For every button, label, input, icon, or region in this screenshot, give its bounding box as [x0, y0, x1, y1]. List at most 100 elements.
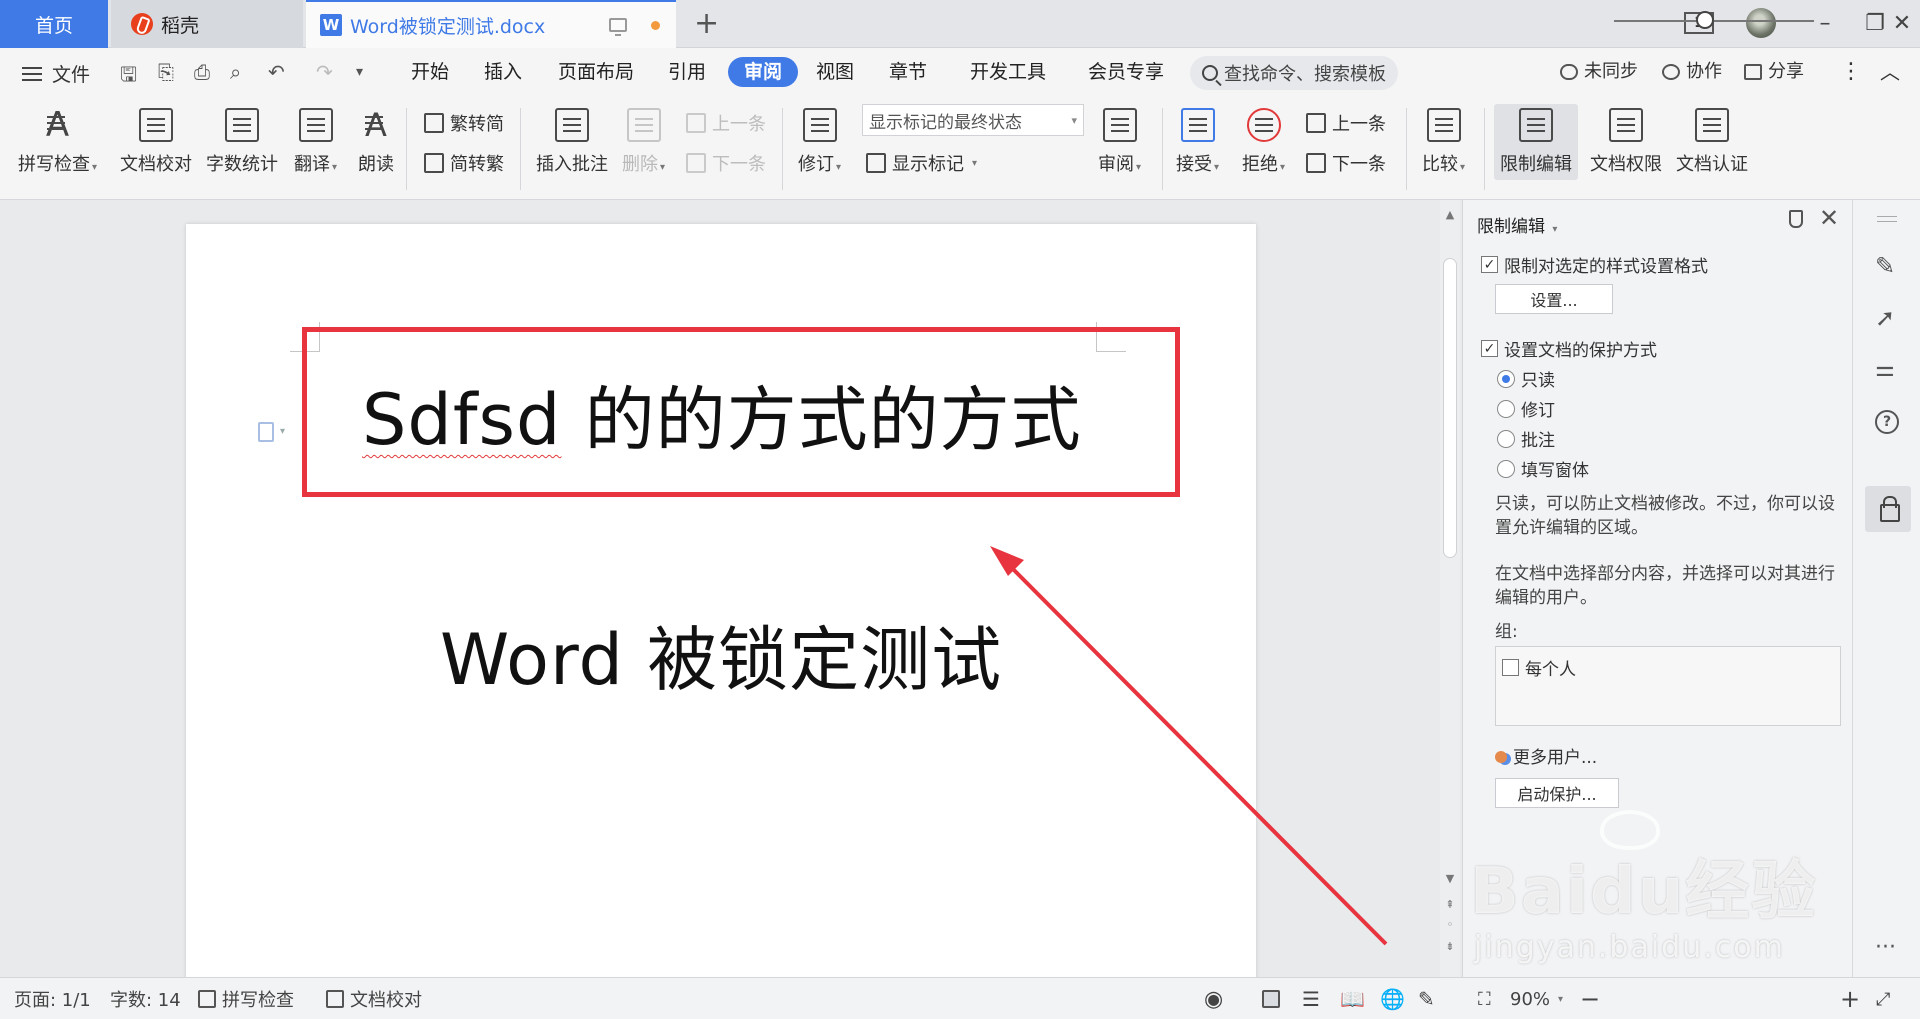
restrict-editing-button[interactable]: 限制编辑	[1494, 104, 1578, 180]
drag-handle-icon[interactable]	[1877, 216, 1897, 222]
cursor-icon[interactable]: ➚	[1875, 306, 1899, 330]
radio-readonly[interactable]: 只读	[1497, 366, 1555, 391]
tab-review[interactable]: 审阅	[728, 57, 799, 87]
translate-button[interactable]: 翻译 ▾	[294, 108, 337, 176]
next-page-icon[interactable]: ⇟	[1440, 940, 1460, 953]
scroll-up-icon[interactable]: ▲	[1440, 208, 1460, 221]
restrict-format-checkbox[interactable]: ✓ 限制对选定的样式设置格式	[1481, 252, 1708, 277]
zoom-select[interactable]: 90% ▾	[1510, 978, 1563, 1019]
tab-start[interactable]: 开始	[411, 57, 449, 87]
markup-state-select[interactable]: 显示标记的最终状态 ▾	[862, 104, 1084, 136]
tab-references[interactable]: 引用	[668, 57, 706, 87]
collab-button[interactable]: 协作	[1662, 57, 1722, 87]
quick-access-dropdown-icon[interactable]: ▾	[356, 64, 363, 80]
pen-icon[interactable]: ✎	[1875, 254, 1899, 278]
paragraph-marker-icon[interactable]	[258, 422, 274, 442]
outline-view-icon[interactable]: ☰	[1302, 978, 1320, 1019]
print-preview-icon[interactable]: ⌕	[230, 60, 241, 84]
doc-permission-button[interactable]: 文档权限	[1590, 108, 1662, 176]
accept-button[interactable]: 接受 ▾	[1176, 108, 1219, 176]
review-pane-button[interactable]: 审阅 ▾	[1098, 108, 1141, 176]
zoom-slider[interactable]	[1614, 20, 1814, 22]
redo-icon[interactable]: ↷	[316, 60, 333, 84]
show-markup-button[interactable]: 显示标记 ▾	[866, 150, 977, 176]
next-comment-button[interactable]: 下一条	[686, 150, 766, 176]
spell-check-button[interactable]: A 拼写检查 ▾	[18, 108, 97, 176]
monitor-icon[interactable]	[609, 18, 627, 36]
insert-comment-button[interactable]: 插入批注	[536, 108, 608, 176]
write-mode-icon[interactable]: ✎	[1418, 978, 1435, 1019]
status-proofread[interactable]: 文档校对	[326, 978, 422, 1019]
radio-comment[interactable]: 批注	[1497, 426, 1555, 451]
zoom-in-button[interactable]: +	[1840, 978, 1860, 1019]
tab-document[interactable]: W Word被锁定测试.docx	[306, 0, 676, 48]
sliders-icon[interactable]: ⚌	[1875, 358, 1899, 382]
track-changes-button[interactable]: 修订 ▾	[798, 108, 841, 176]
web-view-icon[interactable]: 🌐	[1380, 978, 1405, 1019]
tab-page-layout[interactable]: 页面布局	[558, 57, 634, 87]
tab-chapter[interactable]: 章节	[889, 57, 927, 87]
scroll-thumb[interactable]	[1443, 258, 1457, 558]
page-view-button[interactable]	[1262, 978, 1280, 1019]
tab-insert[interactable]: 插入	[484, 57, 522, 87]
document-scrollbar[interactable]: ▲ ▼ ⇞ ◦ ⇟	[1440, 200, 1460, 977]
prev-change-button[interactable]: 上一条	[1306, 110, 1386, 136]
file-menu[interactable]: 文件	[22, 60, 90, 87]
eye-protection-icon[interactable]: ◉	[1204, 978, 1223, 1019]
word-count-button[interactable]: 字数统计	[206, 108, 278, 176]
undo-icon[interactable]: ↶	[268, 60, 285, 84]
tab-view[interactable]: 视图	[816, 57, 854, 87]
radio-form[interactable]: 填写窗体	[1497, 456, 1589, 481]
more-icon[interactable]: ···	[1875, 936, 1899, 960]
zoom-slider-handle[interactable]	[1696, 11, 1714, 29]
sync-button[interactable]: 未同步	[1560, 57, 1638, 87]
trad-to-simp-button[interactable]: 繁转简	[424, 110, 504, 136]
tab-home[interactable]: 首页	[0, 0, 108, 48]
simp-to-trad-button[interactable]: 简转繁	[424, 150, 504, 176]
save-icon[interactable]: 🖫	[120, 60, 137, 94]
close-icon[interactable]: ✕	[1819, 204, 1839, 232]
word-count-indicator[interactable]: 字数: 14	[110, 978, 181, 1019]
delete-comment-button[interactable]: 删除 ▾	[622, 108, 665, 176]
prev-page-icon[interactable]: ⇞	[1440, 898, 1460, 911]
document-line-2[interactable]: Word 被锁定测试	[440, 604, 1002, 705]
browse-object-icon[interactable]: ◦	[1440, 918, 1460, 931]
share-button[interactable]: 分享	[1744, 57, 1804, 87]
proofread-button[interactable]: 文档校对	[120, 108, 192, 176]
zoom-out-button[interactable]: −	[1580, 978, 1600, 1019]
format-painter-icon[interactable]: ⎘	[158, 60, 174, 84]
group-list[interactable]: 每个人	[1495, 646, 1841, 726]
tab-developer[interactable]: 开发工具	[970, 57, 1046, 87]
lock-icon[interactable]	[1865, 486, 1911, 532]
status-spell-check[interactable]: 拼写检查	[198, 978, 294, 1019]
radio-revise[interactable]: 修订	[1497, 396, 1555, 421]
fit-page-icon[interactable]: ⛶	[1478, 978, 1491, 1019]
doc-certify-button[interactable]: 文档认证	[1676, 108, 1748, 176]
everyone-checkbox[interactable]: 每个人	[1502, 655, 1576, 680]
prev-comment-button[interactable]: 上一条	[686, 110, 766, 136]
more-options-icon[interactable]: ⋮	[1840, 57, 1862, 87]
reading-view-icon[interactable]: 📖	[1340, 978, 1365, 1019]
tab-daoke[interactable]: 稻壳	[111, 0, 303, 48]
read-aloud-button[interactable]: A 朗读	[358, 108, 394, 176]
command-search[interactable]: 查找命令、搜索模板	[1190, 56, 1398, 90]
reject-button[interactable]: 拒绝 ▾	[1242, 108, 1285, 176]
next-change-button[interactable]: 下一条	[1306, 150, 1386, 176]
pin-icon[interactable]	[1789, 210, 1803, 228]
pane-title[interactable]: 限制编辑 ▾	[1477, 212, 1557, 237]
start-protection-button[interactable]: 启动保护...	[1495, 778, 1619, 808]
help-icon[interactable]: ?	[1875, 410, 1899, 434]
minimize-button[interactable]: –	[1800, 0, 1850, 46]
avatar[interactable]	[1746, 8, 1776, 38]
more-users-link[interactable]: 更多用户...	[1495, 746, 1845, 770]
protect-mode-checkbox[interactable]: ✓ 设置文档的保护方式	[1481, 336, 1657, 361]
scroll-down-icon[interactable]: ▼	[1440, 872, 1460, 885]
new-tab-button[interactable]: +	[694, 6, 719, 42]
collapse-ribbon-icon[interactable]: ︿	[1880, 57, 1900, 87]
fullscreen-icon[interactable]: ⤢	[1876, 978, 1890, 1019]
settings-button[interactable]: 设置...	[1495, 284, 1613, 314]
print-icon[interactable]: ⎙	[194, 60, 210, 84]
chevron-down-icon[interactable]: ▾	[280, 426, 285, 437]
tab-member[interactable]: 会员专享	[1088, 57, 1164, 87]
close-window-button[interactable]: ✕	[1884, 0, 1920, 46]
